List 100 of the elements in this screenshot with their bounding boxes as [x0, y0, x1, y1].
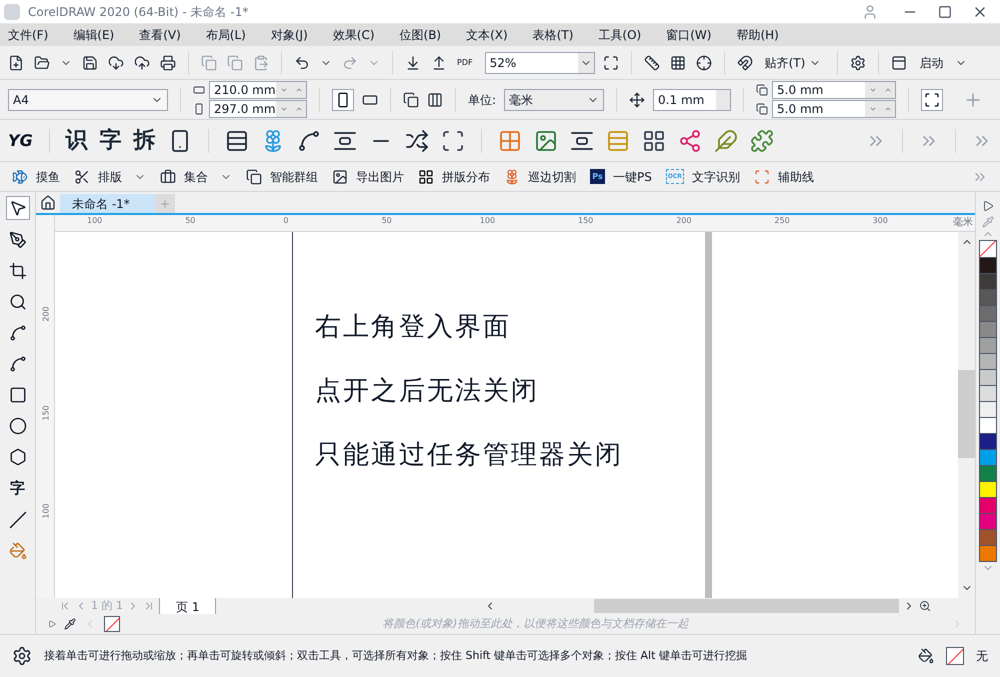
swap-icon[interactable]	[404, 128, 429, 152]
menu-item[interactable]: 窗口(W)	[666, 26, 712, 44]
line-icon[interactable]	[8, 510, 26, 528]
window-icon[interactable]	[891, 54, 908, 70]
crop-icon[interactable]	[8, 262, 26, 280]
rulers-icon[interactable]	[644, 54, 660, 70]
menu-item[interactable]: 帮助(H)	[736, 26, 779, 44]
text-tool-button[interactable]: 字	[100, 124, 122, 157]
color-swatch[interactable]	[980, 433, 996, 449]
share-arrow-icon[interactable]	[678, 128, 702, 152]
cloud-upload-icon[interactable]	[134, 54, 150, 70]
polygon-icon[interactable]	[8, 448, 26, 466]
color-swatch[interactable]	[980, 257, 996, 273]
width-field[interactable]: 210.0 mm	[209, 81, 307, 99]
image-icon[interactable]	[332, 168, 348, 184]
color-swatch[interactable]	[980, 529, 996, 545]
folder-icon[interactable]	[34, 54, 50, 70]
quick-bar-item[interactable]: 导出图片	[356, 168, 404, 186]
color-swatch[interactable]	[980, 481, 996, 497]
color-swatch[interactable]	[980, 465, 996, 481]
table-icon[interactable]	[224, 128, 249, 152]
launch-dropdown[interactable]: 启动	[915, 54, 972, 72]
grid-icon[interactable]	[670, 54, 686, 70]
page-tab[interactable]: 页 1	[159, 598, 216, 614]
pointer-icon[interactable]	[8, 199, 26, 217]
menu-item[interactable]: 查看(V)	[139, 26, 181, 44]
wave-icon[interactable]	[296, 128, 321, 152]
full-screen-icon[interactable]	[602, 54, 619, 70]
quick-bar-item[interactable]: 排版	[98, 168, 122, 186]
curve-icon[interactable]	[8, 355, 26, 373]
import-icon[interactable]	[405, 54, 421, 70]
quick-bar-item[interactable]: 智能群组	[270, 168, 318, 186]
quick-bar-item[interactable]: 辅助线	[778, 168, 814, 186]
duplicate-x-field[interactable]: 5.0 mm	[772, 81, 896, 99]
color-squares-icon[interactable]	[498, 128, 522, 152]
color-swatch[interactable]	[980, 273, 996, 289]
quick-bar-item[interactable]: 一键PS	[613, 168, 652, 186]
width-icon[interactable]	[193, 84, 205, 96]
quick-bar-item[interactable]: 摸鱼	[36, 168, 60, 186]
page-frame-button[interactable]	[921, 88, 944, 110]
nudge-field[interactable]: 0.1 mm	[653, 88, 732, 110]
height-icon[interactable]	[193, 103, 205, 115]
ps-icon[interactable]: Ps	[590, 169, 605, 184]
settings-icon[interactable]	[850, 54, 866, 70]
home-icon[interactable]	[40, 195, 56, 211]
text-tool-button[interactable]: 识	[66, 124, 88, 157]
new-file-icon[interactable]	[8, 54, 24, 70]
color-swatch[interactable]	[980, 385, 996, 401]
menu-item[interactable]: 文本(X)	[466, 26, 508, 44]
landscape-image-icon[interactable]	[534, 128, 558, 152]
pdf-icon[interactable]: PDF	[457, 58, 473, 66]
logo[interactable]: YG	[8, 128, 33, 152]
menu-item[interactable]: 工具(O)	[598, 26, 642, 44]
portrait-button[interactable]	[332, 88, 354, 110]
fish-icon[interactable]	[12, 168, 28, 184]
print-icon[interactable]	[160, 54, 176, 70]
color-swatch[interactable]	[980, 289, 996, 305]
page-size-dropdown[interactable]: A4	[8, 88, 168, 110]
zoom-icon[interactable]	[8, 293, 26, 311]
height-field[interactable]: 297.0 mm	[209, 100, 307, 118]
quick-bar-item[interactable]: 拼版分布	[442, 168, 490, 186]
unit-dropdown[interactable]: 毫米	[504, 88, 604, 110]
save-icon[interactable]	[82, 54, 98, 70]
color-swatch[interactable]	[980, 545, 996, 561]
text-tool-button[interactable]: 拆	[134, 124, 156, 157]
menu-item[interactable]: 编辑(E)	[73, 26, 114, 44]
toolbox-icon[interactable]	[160, 168, 176, 184]
no-color-swatch[interactable]	[980, 241, 996, 257]
duplicate-y-icon[interactable]	[756, 103, 768, 115]
color-swatch[interactable]	[980, 321, 996, 337]
color-swatch[interactable]	[980, 513, 996, 529]
account-icon[interactable]	[862, 4, 878, 20]
horizontal-scrollbar-thumb[interactable]	[594, 599, 900, 613]
color-swatch[interactable]	[980, 353, 996, 369]
text-tool[interactable]: 字	[10, 477, 25, 500]
scrollbar-thumb[interactable]	[958, 370, 975, 458]
snap-dropdown[interactable]: 贴齐(T)	[760, 54, 826, 72]
color-swatch[interactable]	[980, 337, 996, 353]
menu-item[interactable]: 表格(T)	[532, 26, 574, 44]
quick-bar-item[interactable]: 集合	[184, 168, 208, 186]
quick-bar-item[interactable]: 巡边切割	[528, 168, 576, 186]
ellipse-icon[interactable]	[8, 417, 26, 435]
menu-item[interactable]: 文件(F)	[8, 26, 48, 44]
duplicate-y-field[interactable]: 5.0 mm	[772, 100, 896, 118]
no-color-swatch[interactable]	[104, 616, 120, 632]
settings-icon[interactable]	[12, 646, 32, 666]
menu-item[interactable]: 对象(J)	[270, 26, 308, 44]
cloud-download-icon[interactable]	[108, 54, 124, 70]
export-icon[interactable]	[431, 54, 447, 70]
guidelines-icon[interactable]	[696, 54, 712, 70]
color-swatch[interactable]	[980, 449, 996, 465]
rectangle-icon[interactable]	[8, 386, 26, 404]
scissors-icon[interactable]	[74, 168, 90, 184]
document-tab[interactable]: 未命名 -1*	[60, 194, 155, 213]
zoom-dropdown[interactable]: 52%	[484, 52, 595, 74]
shape-tool-icon[interactable]	[8, 231, 26, 249]
menu-item[interactable]: 效果(C)	[332, 26, 375, 44]
nudge-icon[interactable]	[629, 92, 646, 108]
puzzle-icon[interactable]	[750, 128, 774, 152]
eyedropper-icon[interactable]	[64, 618, 76, 630]
